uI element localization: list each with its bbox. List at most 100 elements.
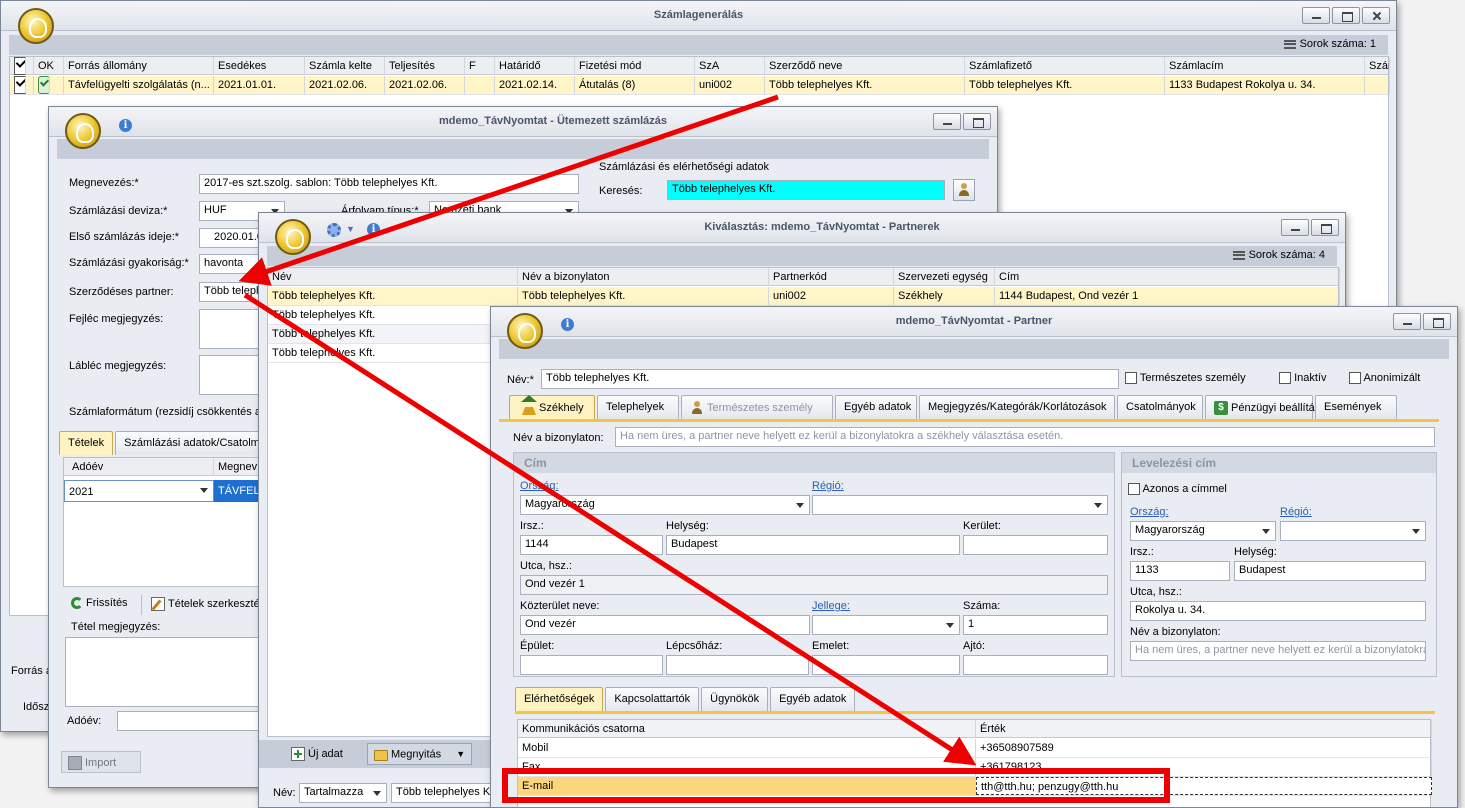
row-checkbox[interactable] — [14, 76, 26, 94]
col-esedekes[interactable]: Esedékes — [214, 57, 305, 75]
col-sza[interactable]: SzA — [695, 57, 765, 75]
col-cim[interactable]: Számlacím — [1165, 57, 1365, 75]
close-button[interactable] — [1362, 7, 1390, 24]
minimize-button[interactable] — [1281, 219, 1309, 236]
chevron-down-icon[interactable]: ▼ — [346, 224, 355, 234]
anonim-checkbox[interactable]: Anonimizált — [1349, 372, 1420, 385]
szama-input[interactable]: 1 — [963, 615, 1108, 635]
uj-adat-button[interactable]: Új adat — [285, 743, 349, 765]
adoev-input[interactable] — [117, 711, 267, 731]
tab-csatolmanyok[interactable]: Csatolmányok — [1117, 395, 1203, 419]
col-szerzodo[interactable]: Szerződő neve — [765, 57, 965, 75]
lev-orszag-link[interactable]: Ország: — [1130, 506, 1169, 518]
tab-egyeb[interactable]: Egyéb adatok — [835, 395, 917, 419]
termeszetes-checkbox[interactable]: Természetes személy — [1125, 372, 1246, 385]
tab-szekhely[interactable]: Székhely — [509, 395, 595, 419]
col-value[interactable]: Érték — [976, 720, 1432, 738]
col-channel[interactable]: Kommunikációs csatorna — [518, 720, 976, 738]
frissites-button[interactable]: Frissítés — [65, 593, 134, 615]
megnyitas-button[interactable]: Megnyitás ▼ — [367, 743, 473, 765]
table-row[interactable]: 2021 TÁVFELÜ — [64, 480, 264, 502]
col-kod[interactable]: Partnerkód — [769, 268, 894, 286]
orszag-select[interactable]: Magyarország — [520, 495, 810, 515]
biz-input[interactable]: Ha nem üres, a partner neve helyett ez k… — [615, 427, 1435, 447]
inaktiv-checkbox[interactable]: Inaktív — [1279, 372, 1326, 385]
maximize-button[interactable] — [1332, 7, 1360, 24]
col-fizmod[interactable]: Fizetési mód — [575, 57, 695, 75]
maximize-button[interactable] — [1311, 219, 1339, 236]
col-szam[interactable]: Szám — [1365, 57, 1390, 75]
azonos-checkbox[interactable]: Azonos a címmel — [1128, 483, 1227, 496]
emelet-input[interactable] — [812, 655, 960, 675]
tab-ugynokok[interactable]: Ügynökök — [701, 687, 769, 711]
col-cim[interactable]: Cím — [995, 268, 1340, 286]
import-button[interactable]: Import — [61, 751, 142, 773]
col-ok[interactable]: OK — [34, 57, 64, 75]
maximize-button[interactable] — [963, 113, 991, 130]
table-row[interactable]: Fax +361798123 — [518, 758, 1432, 777]
cell-value[interactable]: tth@tth.hu; penzugy@tth.hu — [976, 777, 1432, 795]
kerulet-input[interactable] — [963, 535, 1108, 555]
utemezett-titlebar[interactable]: mdemo_TávNyomtat - Ütemezett számlázás — [49, 107, 997, 137]
tab-tetelek[interactable]: Tételek — [59, 431, 114, 455]
col-biz[interactable]: Név a bizonylaton — [518, 268, 769, 286]
lev-helyseg-input[interactable]: Budapest — [1234, 561, 1426, 581]
tab-penzugyi[interactable]: $ Pénzügyi beállítások — [1205, 395, 1332, 419]
regio-link[interactable]: Régió: — [812, 480, 844, 492]
col-adoev[interactable]: Adóév — [64, 458, 214, 476]
add-user-button[interactable] — [953, 179, 975, 201]
gear-icon[interactable] — [327, 223, 341, 237]
info-icon[interactable]: i — [561, 318, 574, 331]
lev-utca-input[interactable]: Rokolya u. 34. — [1130, 601, 1426, 621]
tab-kapcsolattartok[interactable]: Kapcsolattartók — [605, 687, 700, 711]
col-egyseg[interactable]: Szervezeti egység — [894, 268, 995, 286]
ajto-input[interactable] — [963, 655, 1108, 675]
kozterulet-input[interactable]: Ond vezér — [520, 615, 810, 635]
table-row[interactable]: E-mail tth@tth.hu; penzugy@tth.hu — [518, 777, 1432, 796]
kivalasztas-titlebar[interactable]: Kiválasztás: mdemo_TávNyomtat - Partnere… — [259, 213, 1345, 243]
filter-value-input[interactable]: Több telephelyes Kft — [391, 783, 493, 803]
minimize-button[interactable] — [1302, 7, 1330, 24]
tab-egyeb-adatok[interactable]: Egyéb adatok — [770, 687, 856, 711]
minimize-button[interactable] — [1393, 313, 1421, 330]
jellege-select[interactable] — [812, 615, 960, 635]
partner-titlebar[interactable]: mdemo_TávNyomtat - Partner — [491, 307, 1457, 337]
tab-termeszetes[interactable]: Természetes személy — [681, 395, 833, 419]
maximize-button[interactable] — [1423, 313, 1451, 330]
col-kelte[interactable]: Számla kelte — [305, 57, 385, 75]
epulet-input[interactable] — [520, 655, 663, 675]
tetel-megjegyzes-textarea[interactable] — [65, 637, 265, 707]
tab-telephelyek[interactable]: Telephelyek — [597, 395, 679, 419]
irsz-input[interactable]: 1144 — [520, 535, 663, 555]
tetelek-szerkesztes-button[interactable]: Tételek szerkesztés — [145, 593, 271, 615]
col-forras[interactable]: Forrás állomány — [64, 57, 214, 75]
col-megnev[interactable]: Megnev — [214, 458, 264, 476]
megnevezes-input[interactable]: 2017-es szt.szolg. sablon: Több telephel… — [199, 174, 579, 194]
col-teljesites[interactable]: Teljesítés — [385, 57, 465, 75]
tab-esemenyek[interactable]: Események — [1315, 395, 1397, 419]
table-row[interactable]: Mobil +36508907589 — [518, 739, 1432, 758]
col-fizeto[interactable]: Számlafizető — [965, 57, 1165, 75]
tab-megjegyzes[interactable]: Megjegyzés/Kategórák/Korlátozások — [919, 395, 1115, 419]
lev-irsz-input[interactable]: 1133 — [1130, 561, 1230, 581]
chevron-down-icon[interactable]: ▼ — [456, 749, 465, 759]
nev-input[interactable]: Több telephelyes Kft. — [541, 369, 1119, 389]
select-all-checkbox[interactable] — [14, 57, 26, 75]
col-nev[interactable]: Név — [268, 268, 518, 286]
kereses-input[interactable]: Több telephelyes Kft. — [667, 180, 945, 200]
table-row[interactable]: Távfelügyelti szolgálatás (n... 2021.01.… — [10, 76, 1390, 95]
lev-regio-select[interactable] — [1280, 521, 1426, 541]
info-icon[interactable]: i — [367, 223, 380, 236]
helyseg-input[interactable]: Budapest — [666, 535, 960, 555]
col-hatarido[interactable]: Határidő — [495, 57, 575, 75]
table-row[interactable]: Több telephelyes Kft. Több telephelyes K… — [268, 287, 1340, 306]
szamlagen-titlebar[interactable]: Számlagenerálás — [1, 1, 1396, 31]
filter-mode-select[interactable]: Tartalmazza — [299, 783, 387, 803]
col-f[interactable]: F — [465, 57, 495, 75]
lev-biz-input[interactable]: Ha nem üres, a partner neve helyett ez k… — [1130, 641, 1426, 661]
tab-elerhetosegek[interactable]: Elérhetőségek — [515, 687, 604, 711]
lev-orszag-select[interactable]: Magyarország — [1130, 521, 1276, 541]
regio-select[interactable] — [812, 495, 1108, 515]
jellege-link[interactable]: Jellege: — [812, 600, 850, 612]
cell-adoev[interactable]: 2021 — [64, 480, 214, 502]
